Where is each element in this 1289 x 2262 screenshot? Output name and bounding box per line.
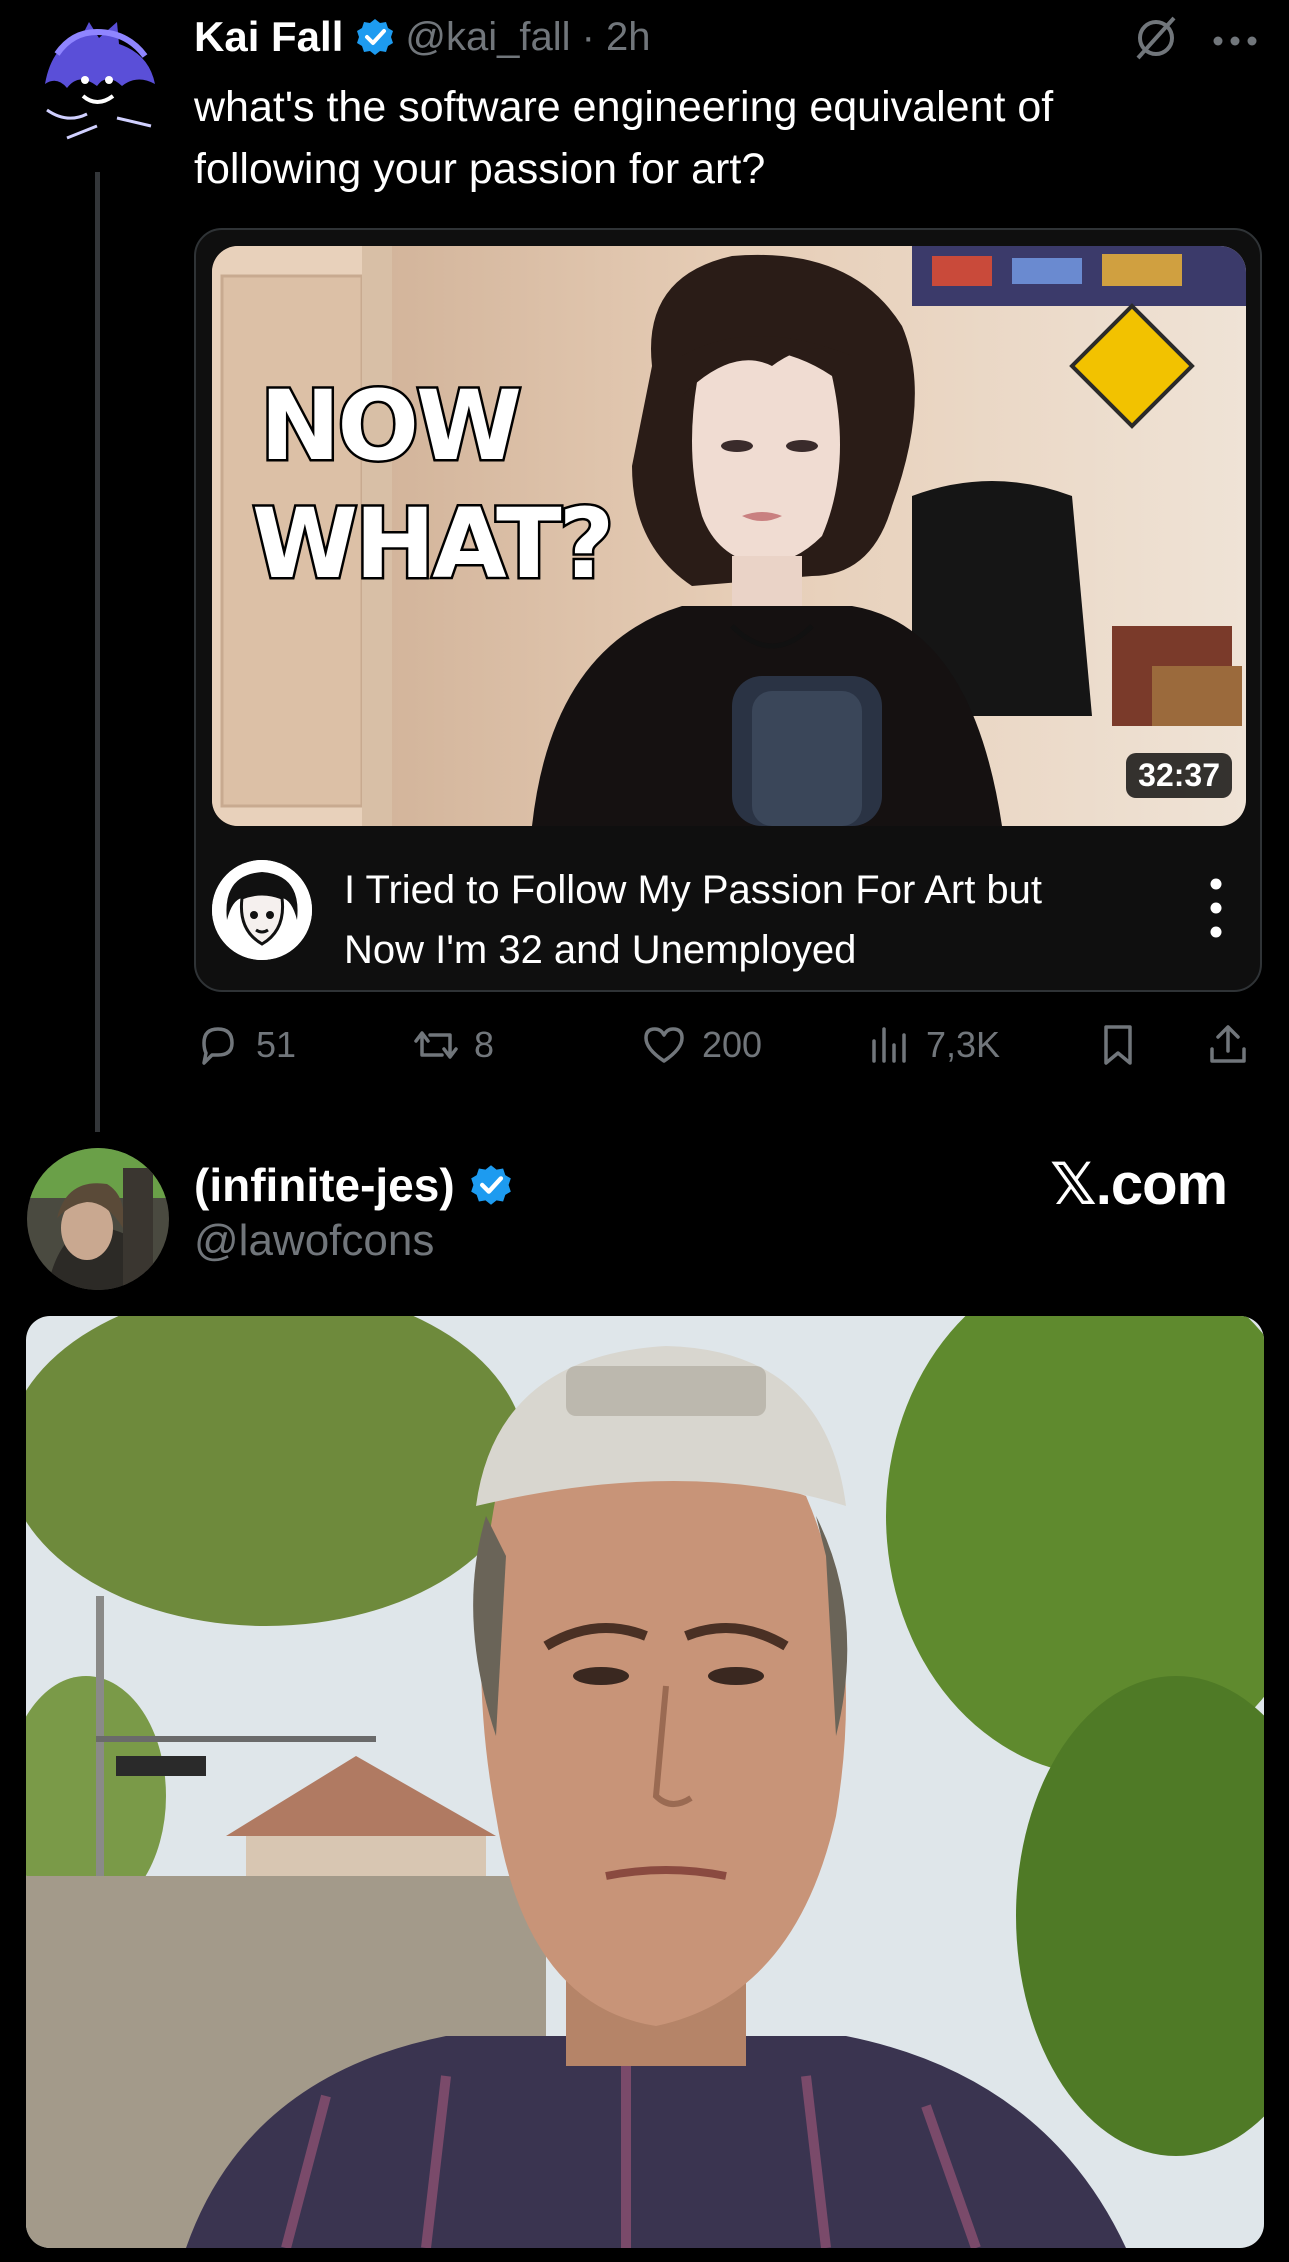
quoted-avatar[interactable]	[27, 1148, 169, 1290]
thread-line	[95, 172, 100, 1132]
reply-button[interactable]: 51	[194, 1010, 296, 1080]
tweet-actions: 51 8 200 7,3K	[194, 1010, 1264, 1080]
author-name[interactable]: Kai Fall	[194, 13, 343, 61]
thumbnail-text-now: NOW	[258, 370, 525, 482]
tweet-header: Kai Fall @kai_fall · 2h	[194, 8, 651, 66]
repost-button[interactable]: 8	[412, 1010, 494, 1080]
video-card[interactable]: NOW WHAT? 32:37 I Tried to Follow My Pas…	[194, 228, 1262, 992]
like-count: 200	[702, 1024, 763, 1065]
verified-badge-icon	[355, 17, 395, 57]
x-com-watermark: 𝕏.com	[1050, 1152, 1228, 1217]
video-thumbnail[interactable]: NOW WHAT? 32:37	[212, 246, 1246, 826]
video-duration: 32:37	[1126, 753, 1232, 798]
quoted-handle[interactable]: @lawofcons	[194, 1216, 434, 1266]
reply-icon	[202, 1027, 234, 1065]
quoted-name-row: (infinite-jes)	[194, 1152, 523, 1218]
views-button[interactable]: 7,3K	[864, 1010, 1000, 1080]
share-button[interactable]	[1204, 1010, 1266, 1080]
quoted-photo[interactable]	[26, 1316, 1264, 2248]
grok-icon[interactable]	[1132, 14, 1180, 62]
repost-icon	[414, 1031, 458, 1059]
author-handle-time[interactable]: @kai_fall · 2h	[405, 15, 650, 60]
views-chart-icon	[872, 1027, 906, 1063]
bookmark-button[interactable]	[1094, 1010, 1156, 1080]
more-options-icon[interactable]	[1212, 34, 1258, 46]
video-title[interactable]: I Tried to Follow My Passion For Art but…	[344, 860, 1164, 980]
reply-count: 51	[256, 1024, 297, 1065]
tweet-text: what's the software engineering equivale…	[194, 83, 1054, 193]
video-more-icon[interactable]	[1206, 868, 1226, 948]
like-button[interactable]: 200	[640, 1010, 762, 1080]
bookmark-icon	[1104, 1025, 1132, 1065]
view-count: 7,3K	[926, 1024, 1001, 1065]
quoted-verified-badge-icon	[469, 1163, 513, 1207]
thumbnail-text-what: WHAT?	[249, 488, 616, 600]
repost-count: 8	[474, 1024, 495, 1065]
heart-icon	[644, 1027, 684, 1063]
share-icon	[1210, 1025, 1246, 1063]
channel-avatar[interactable]	[212, 860, 312, 960]
quoted-name[interactable]: (infinite-jes)	[194, 1158, 455, 1212]
author-avatar[interactable]	[27, 14, 169, 156]
